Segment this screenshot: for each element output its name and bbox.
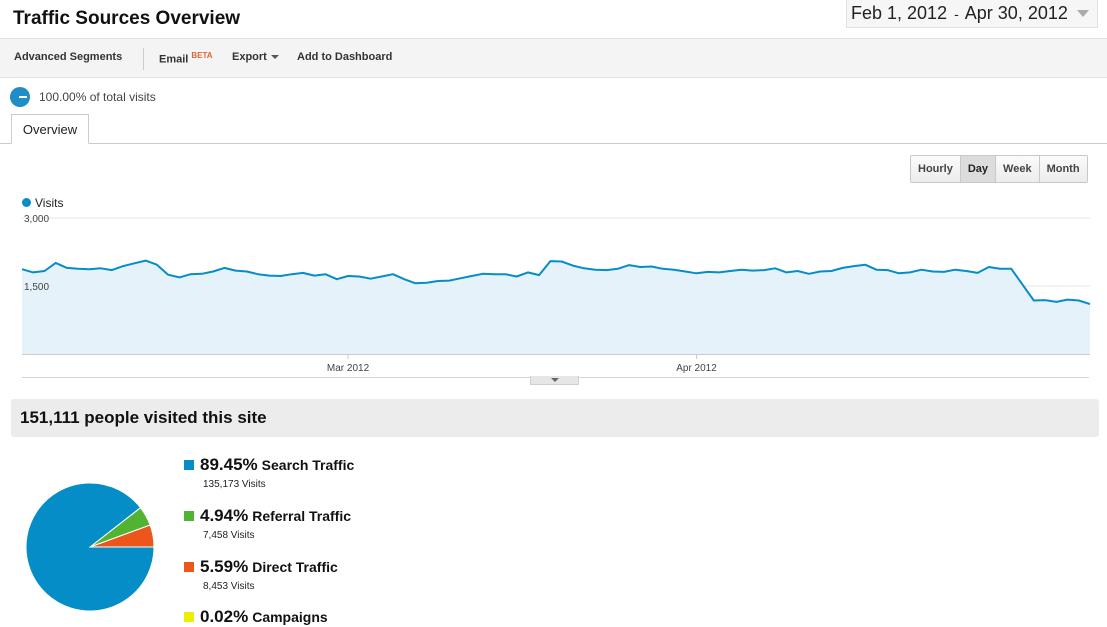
source-visits: 7,458 Visits xyxy=(203,530,255,541)
source-name-link[interactable]: Direct Traffic xyxy=(252,559,338,575)
tabs-divider xyxy=(0,143,1107,144)
source-percent-value: 0.02% xyxy=(200,607,249,626)
visits-chart[interactable]: 3,000 1,500 Mar 2012 Apr 2012 xyxy=(0,210,1107,380)
legend-swatch-icon xyxy=(184,612,194,622)
pie-segment-icon[interactable] xyxy=(10,87,30,107)
caret-down-icon xyxy=(270,55,279,60)
segment-text: 100.00% of total visits xyxy=(39,90,156,104)
summary-text: 151,111 people visited this site xyxy=(20,408,267,427)
source-visits: 8,453 Visits xyxy=(203,581,255,592)
x-tick-label: Mar 2012 xyxy=(327,363,370,374)
export-button[interactable]: Export xyxy=(232,51,279,63)
pie-slice-search[interactable] xyxy=(25,483,155,612)
traffic-pie-chart[interactable] xyxy=(24,483,156,615)
source-name-link[interactable]: Referral Traffic xyxy=(252,508,351,524)
legend-dot-icon xyxy=(22,198,31,207)
source-percent-value: 4.94% xyxy=(200,506,249,525)
chart-legend[interactable]: Visits xyxy=(22,196,63,210)
source-visits: 135,173 Visits xyxy=(203,479,266,490)
source-percent: 0.02% Campaigns xyxy=(200,607,328,627)
period-button-hourly[interactable]: Hourly xyxy=(911,156,960,182)
source-percent: 5.59% Direct Traffic xyxy=(200,557,338,577)
summary-bar: 151,111 people visited this site xyxy=(11,399,1099,437)
source-percent: 89.45% Search Traffic xyxy=(200,455,354,475)
legend-swatch-icon xyxy=(184,511,194,521)
legend-label: Visits xyxy=(35,196,64,210)
period-toggle-group: Hourly Day Week Month xyxy=(910,155,1088,183)
title-bar: Traffic Sources Overview Feb 1, 2012 - A… xyxy=(0,0,1107,38)
legend-swatch-icon xyxy=(184,460,194,470)
tab-overview[interactable]: Overview xyxy=(11,114,89,144)
visits-area-fill xyxy=(22,260,1090,354)
chart-expand-handle[interactable] xyxy=(530,376,579,385)
x-tick-label: Apr 2012 xyxy=(676,363,717,374)
period-button-week[interactable]: Week xyxy=(995,156,1039,182)
source-percent-value: 89.45% xyxy=(200,455,258,474)
source-percent-value: 5.59% xyxy=(200,557,249,576)
toolbar-divider xyxy=(143,48,144,70)
date-start: Feb 1, 2012 xyxy=(851,3,948,23)
chevron-down-icon[interactable] xyxy=(1077,10,1089,17)
email-label: Email xyxy=(159,53,189,66)
legend-swatch-icon xyxy=(184,562,194,572)
email-button[interactable]: Email BETA xyxy=(159,51,213,66)
toolbar: Advanced Segments Email BETA Export Add t… xyxy=(0,38,1107,78)
page-title: Traffic Sources Overview xyxy=(13,8,241,29)
date-end: Apr 30, 2012 xyxy=(964,3,1068,23)
date-separator: - xyxy=(954,6,959,22)
period-button-day[interactable]: Day xyxy=(959,156,996,182)
period-button-month[interactable]: Month xyxy=(1038,156,1087,182)
add-to-dashboard-button[interactable]: Add to Dashboard xyxy=(297,51,392,63)
source-name-link[interactable]: Search Traffic xyxy=(262,457,355,473)
export-label: Export xyxy=(232,51,267,63)
y-tick-label: 1,500 xyxy=(24,282,49,293)
source-percent: 4.94% Referral Traffic xyxy=(200,506,351,526)
date-range-picker[interactable]: Feb 1, 2012 - Apr 30, 2012 xyxy=(846,0,1098,28)
beta-badge: BETA xyxy=(191,51,213,60)
advanced-segments-button[interactable]: Advanced Segments xyxy=(14,51,122,63)
y-tick-label: 3,000 xyxy=(24,214,49,225)
